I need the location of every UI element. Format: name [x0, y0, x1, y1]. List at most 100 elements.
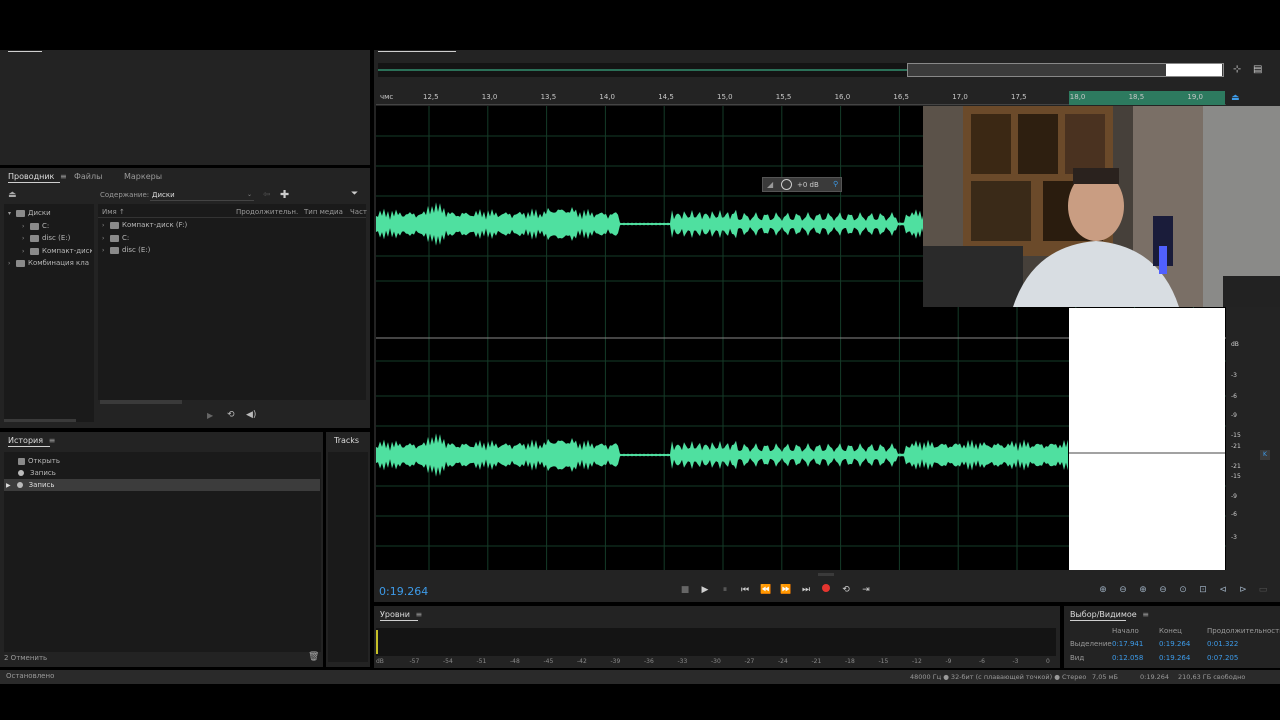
hamburger-icon[interactable]: ≡: [60, 172, 67, 181]
explorer-panel: Проводник ≡ Файлы Маркеры ⏏ Содержание: …: [0, 168, 370, 428]
trash-icon[interactable]: 🗑: [308, 652, 319, 662]
fast-forward-button[interactable]: ⏩: [779, 583, 793, 597]
back-icon[interactable]: ⇦: [263, 190, 271, 200]
go-to-end-button[interactable]: ⏭: [799, 583, 813, 597]
zoom-selection-button[interactable]: ⊡: [1195, 583, 1211, 597]
column-freq[interactable]: Част: [350, 208, 367, 216]
file-row-label: C:: [122, 234, 130, 242]
add-location-icon[interactable]: ✚: [280, 188, 289, 201]
zoom-out-amplitude-button[interactable]: ⊖: [1115, 583, 1131, 597]
overview-bar[interactable]: [378, 63, 1224, 77]
header-end: Конец: [1159, 627, 1182, 635]
filter-icon[interactable]: ⏷: [351, 189, 358, 199]
ruler-tick-label: 15,0: [717, 93, 733, 101]
view-end[interactable]: 0:19.264: [1159, 654, 1190, 662]
content-select-value: Диски: [152, 191, 175, 199]
content-select[interactable]: Диски ⌄: [150, 189, 254, 201]
level-scale-label: 0: [1046, 658, 1050, 665]
levels-tab[interactable]: Уровни ≡: [380, 610, 422, 619]
panel-menu-icon[interactable]: ▤: [1253, 64, 1262, 75]
zoom-fit-icon[interactable]: ⊹: [1233, 64, 1241, 75]
current-state-icon: ▶: [6, 482, 11, 489]
loop-playback-button[interactable]: ⟲: [839, 583, 853, 597]
history-item[interactable]: Открыть: [18, 455, 60, 467]
volume-knob-icon[interactable]: [781, 179, 792, 190]
pause-button[interactable]: ⏸: [718, 583, 732, 597]
zoom-full-button[interactable]: ⊙: [1175, 583, 1191, 597]
history-item[interactable]: ▶ Запись: [6, 479, 55, 491]
tree-item-c[interactable]: › C:: [22, 220, 49, 232]
file-list-scrollbar[interactable]: [100, 400, 182, 404]
column-duration[interactable]: Продолжительн.: [236, 208, 298, 216]
tab-files[interactable]: Файлы: [74, 172, 102, 181]
expand-down-icon[interactable]: ▾: [8, 208, 16, 220]
expand-right-icon[interactable]: ›: [102, 220, 110, 232]
db-label: -3: [1231, 534, 1237, 541]
history-item[interactable]: Запись: [18, 467, 56, 479]
zoom-reset-button[interactable]: ▭: [1255, 583, 1271, 597]
skip-selection-button[interactable]: ⇥: [859, 583, 873, 597]
zoom-in-right-button[interactable]: ⊳: [1235, 583, 1251, 597]
tab-explorer[interactable]: Проводник ≡: [8, 172, 67, 181]
level-scale-label: -24: [778, 658, 788, 665]
play-preview-icon[interactable]: ▶: [207, 411, 213, 420]
selection-start[interactable]: 0:17.941: [1112, 640, 1143, 648]
history-tab[interactable]: История ≡: [8, 436, 55, 445]
keyboard-icon: [16, 259, 25, 267]
ruler-tick-label: 12,5: [423, 93, 439, 101]
selection-tab[interactable]: Выбор/Видимое ≡: [1070, 610, 1149, 619]
expand-right-icon[interactable]: ›: [8, 258, 16, 269]
tree-item-disc-e[interactable]: › disc (E:): [22, 232, 70, 244]
level-meter-bar: [376, 630, 378, 654]
level-scale-label: -42: [577, 658, 587, 665]
level-scale-label: -21: [811, 658, 822, 665]
tree-scrollbar[interactable]: [4, 419, 76, 422]
selection-end[interactable]: 0:19.264: [1159, 640, 1190, 648]
record-button[interactable]: [819, 583, 833, 597]
zoom-in-left-button[interactable]: ⊲: [1215, 583, 1231, 597]
expand-right-icon[interactable]: ›: [22, 233, 30, 245]
stop-button[interactable]: ■: [678, 583, 692, 597]
play-button[interactable]: ▶: [698, 583, 712, 597]
ruler-tick-label: 18,5: [1128, 93, 1145, 101]
file-row[interactable]: › Компакт-диск (F:): [102, 219, 187, 231]
db-scale-toggle[interactable]: K: [1260, 450, 1270, 460]
rewind-button[interactable]: ⏪: [759, 583, 773, 597]
disks-icon: [16, 209, 25, 217]
scroll-handle[interactable]: [818, 573, 834, 576]
column-name[interactable]: Имя ↑: [102, 208, 125, 216]
pin-icon[interactable]: ⚲: [833, 180, 838, 188]
level-scale-label: -18: [845, 658, 855, 665]
expand-right-icon[interactable]: ›: [22, 246, 30, 257]
tree-item-disks[interactable]: ▾ Диски: [8, 207, 51, 219]
hamburger-icon[interactable]: ≡: [49, 436, 56, 445]
tree-item-cd[interactable]: › Компакт-диск: [22, 245, 92, 257]
tracks-title[interactable]: Tracks: [334, 436, 359, 445]
view-duration[interactable]: 0:07.205: [1207, 654, 1238, 662]
selection-duration[interactable]: 0:01.322: [1207, 640, 1238, 648]
column-media-type[interactable]: Тип медиа: [304, 208, 343, 216]
current-time[interactable]: 0:19.264: [379, 585, 428, 598]
go-to-start-button[interactable]: ⏮: [738, 583, 752, 597]
tree-item-shortcuts[interactable]: › Комбинация кла: [8, 257, 94, 269]
level-scale-label: -3: [1012, 658, 1019, 665]
zoom-in-amplitude-button[interactable]: ⊕: [1095, 583, 1111, 597]
playhead-marker-icon[interactable]: ⏏: [1231, 93, 1240, 103]
file-row[interactable]: › disc (E:): [102, 244, 150, 256]
file-row[interactable]: › C:: [102, 232, 129, 244]
zoom-out-time-button[interactable]: ⊖: [1155, 583, 1171, 597]
level-scale-label: -6: [979, 658, 985, 665]
zoom-in-time-button[interactable]: ⊕: [1135, 583, 1151, 597]
drive-icon[interactable]: ⏏: [8, 190, 20, 200]
expand-right-icon[interactable]: ›: [102, 245, 110, 257]
loop-icon[interactable]: ⟲: [227, 410, 235, 420]
tree-item-label: Компакт-диск: [42, 247, 92, 255]
tab-markers[interactable]: Маркеры: [124, 172, 162, 181]
hamburger-icon[interactable]: ≡: [416, 610, 423, 619]
db-label: -15: [1231, 473, 1241, 480]
hamburger-icon[interactable]: ≡: [1142, 610, 1149, 619]
hud-gain[interactable]: ◢ +0 dB ⚲: [762, 177, 842, 192]
db-unit: dB: [1231, 341, 1239, 348]
volume-icon[interactable]: ◀): [246, 410, 256, 420]
view-start[interactable]: 0:12.058: [1112, 654, 1143, 662]
